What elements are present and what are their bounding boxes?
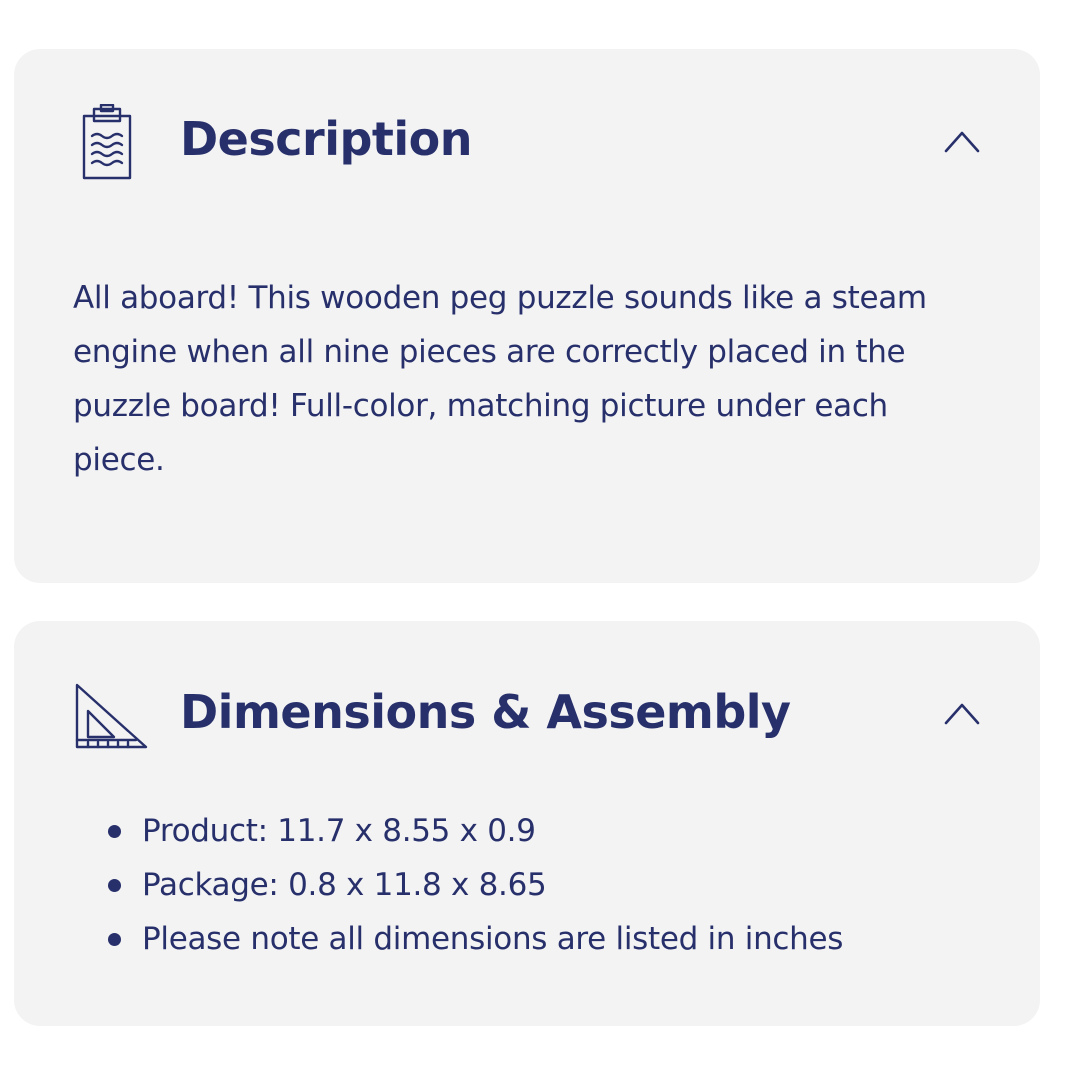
chevron-up-icon[interactable] bbox=[942, 127, 982, 157]
chevron-up-icon[interactable] bbox=[942, 699, 982, 729]
dimensions-accordion: Dimensions & Assembly Product: 11.7 x 8.… bbox=[14, 621, 1040, 1026]
dimension-text: Please note all dimensions are listed in… bbox=[142, 921, 844, 957]
dimension-text: Product: 11.7 x 8.55 x 0.9 bbox=[142, 813, 536, 849]
dimensions-title: Dimensions & Assembly bbox=[180, 685, 791, 739]
set-square-icon bbox=[74, 681, 150, 751]
list-item: Package: 0.8 x 11.8 x 8.65 bbox=[108, 858, 843, 912]
dimensions-accordion-header[interactable]: Dimensions & Assembly bbox=[14, 621, 1040, 811]
description-title: Description bbox=[180, 112, 473, 166]
description-body: All aboard! This wooden peg puzzle sound… bbox=[73, 280, 927, 478]
clipboard-icon bbox=[74, 103, 140, 184]
description-accordion: Description All aboard! This wooden peg … bbox=[14, 49, 1040, 583]
list-item: Please note all dimensions are listed in… bbox=[108, 912, 843, 966]
bullet-icon bbox=[108, 933, 121, 946]
product-details-page: Description All aboard! This wooden peg … bbox=[0, 0, 1080, 1080]
list-item: Product: 11.7 x 8.55 x 0.9 bbox=[108, 804, 843, 858]
dimension-text: Package: 0.8 x 11.8 x 8.65 bbox=[142, 867, 547, 903]
description-accordion-header[interactable]: Description bbox=[14, 49, 1040, 239]
bullet-icon bbox=[108, 825, 121, 838]
bullet-icon bbox=[108, 879, 121, 892]
dimensions-list: Product: 11.7 x 8.55 x 0.9 Package: 0.8 … bbox=[108, 804, 843, 966]
